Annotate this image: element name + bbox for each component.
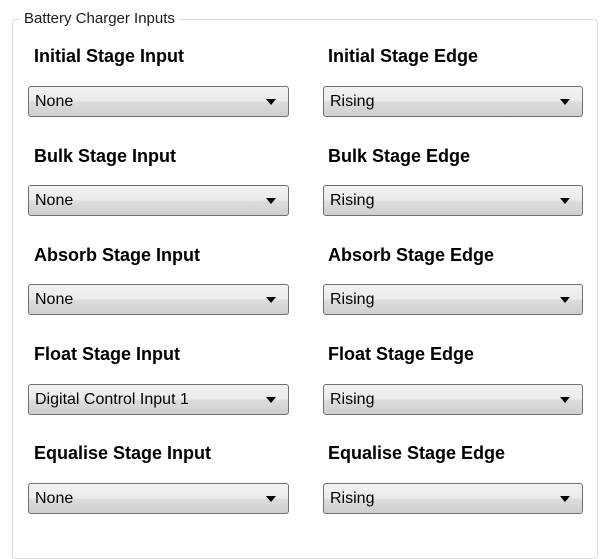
chevron-down-icon (266, 397, 276, 403)
float-stage-edge-value: Rising (330, 391, 375, 408)
float-stage-input-select[interactable]: Digital Control Input 1 (28, 384, 289, 415)
bulk-stage-edge-select[interactable]: Rising (323, 185, 583, 216)
chevron-down-icon (266, 198, 276, 204)
chevron-down-icon (266, 496, 276, 502)
absorb-stage-input-label: Absorb Stage Input (34, 245, 200, 265)
chevron-down-icon (560, 297, 570, 303)
bulk-stage-edge-value: Rising (330, 192, 375, 209)
group-title: Battery Charger Inputs (20, 10, 179, 28)
bulk-stage-input-select[interactable]: None (28, 185, 289, 216)
chevron-down-icon (560, 99, 570, 105)
float-stage-edge-label: Float Stage Edge (328, 344, 475, 364)
equalise-stage-input-value: None (35, 490, 74, 507)
initial-stage-input-label: Initial Stage Input (34, 46, 185, 66)
initial-stage-input-value: None (35, 93, 74, 110)
initial-stage-input-select[interactable]: None (28, 86, 289, 117)
chevron-down-icon (560, 496, 570, 502)
equalise-stage-edge-select[interactable]: Rising (323, 483, 583, 514)
initial-stage-edge-value: Rising (330, 93, 375, 110)
float-stage-input-label: Float Stage Input (34, 344, 180, 364)
bulk-stage-input-label: Bulk Stage Input (34, 146, 177, 166)
chevron-down-icon (560, 397, 570, 403)
absorb-stage-input-select[interactable]: None (28, 284, 289, 315)
float-stage-edge-select[interactable]: Rising (323, 384, 583, 415)
equalise-stage-input-label: Equalise Stage Input (34, 443, 212, 463)
absorb-stage-edge-label: Absorb Stage Edge (328, 245, 495, 265)
initial-stage-edge-select[interactable]: Rising (323, 86, 583, 117)
bulk-stage-input-value: None (35, 192, 74, 209)
chevron-down-icon (560, 198, 570, 204)
equalise-stage-edge-value: Rising (330, 490, 375, 507)
bulk-stage-edge-label: Bulk Stage Edge (328, 146, 471, 166)
initial-stage-edge-label: Initial Stage Edge (328, 46, 479, 66)
absorb-stage-edge-select[interactable]: Rising (323, 284, 583, 315)
absorb-stage-edge-value: Rising (330, 291, 375, 308)
equalise-stage-input-select[interactable]: None (28, 483, 289, 514)
absorb-stage-input-value: None (35, 291, 74, 308)
float-stage-input-value: Digital Control Input 1 (35, 391, 189, 408)
equalise-stage-edge-label: Equalise Stage Edge (328, 443, 506, 463)
chevron-down-icon (266, 99, 276, 105)
chevron-down-icon (266, 297, 276, 303)
